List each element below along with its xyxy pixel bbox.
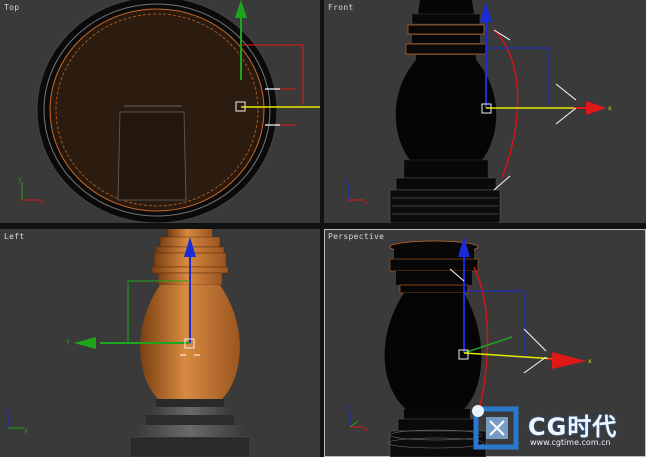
front-axis-tripod: [347, 184, 364, 201]
left-view-canvas: y y z: [4, 229, 251, 457]
left-axis-tripod: [7, 412, 24, 429]
cgtime-logo-icon: [472, 405, 519, 450]
perspective-gizmo-x-label: x: [588, 358, 592, 365]
viewport-label-front[interactable]: Front: [328, 3, 354, 12]
viewport-perspective[interactable]: Perspective x x z CG时代 www.cgtime.com.cn: [324, 229, 646, 457]
watermark-brand: CG时代: [528, 413, 618, 441]
left-axis-z-label: z: [4, 406, 8, 413]
viewport-front[interactable]: Front x x z: [324, 0, 646, 223]
front-gizmo[interactable]: [480, 2, 606, 191]
front-view-canvas: x x z: [344, 0, 612, 223]
viewport-label-top[interactable]: Top: [4, 3, 19, 12]
top-axis-y-label: y: [18, 176, 22, 183]
viewport-label-left[interactable]: Left: [4, 232, 24, 241]
top-view-canvas: x y: [18, 0, 320, 223]
front-gizmo-x-label: x: [608, 105, 612, 112]
left-axis-y-label: y: [24, 427, 28, 434]
viewport-left[interactable]: Left y y z: [0, 229, 320, 457]
viewport-label-perspective[interactable]: Perspective: [328, 232, 384, 241]
top-axis-x-label: x: [40, 199, 44, 206]
viewport-top[interactable]: Top x y: [0, 0, 320, 223]
top-axis-tripod: [21, 182, 40, 201]
perspective-axis-z-label: z: [346, 405, 350, 412]
cgtime-watermark: CG时代 www.cgtime.com.cn: [470, 403, 640, 453]
front-axis-z-label: z: [344, 178, 348, 185]
left-gizmo-y-label: y: [66, 338, 70, 345]
watermark-url: www.cgtime.com.cn: [530, 438, 611, 447]
perspective-axis-tripod: [349, 411, 364, 428]
front-axis-x-label: x: [364, 199, 368, 206]
perspective-axis-x-label: x: [364, 426, 368, 433]
